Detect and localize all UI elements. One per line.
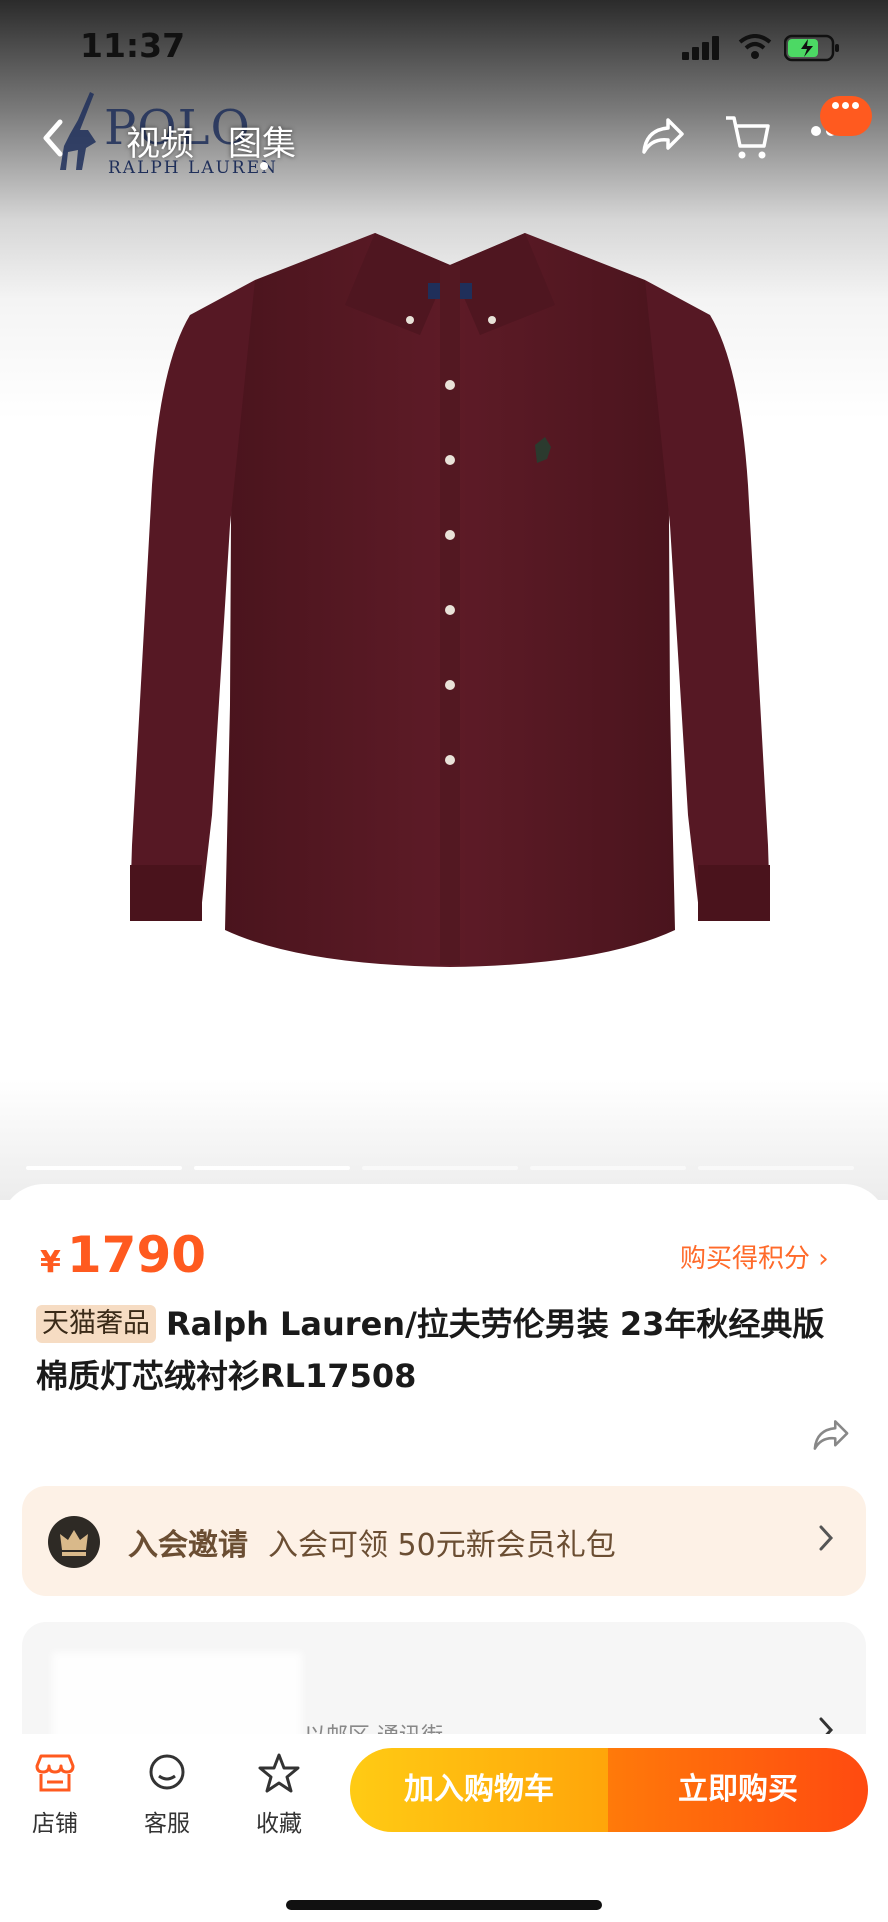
promo-label: 入会邀请 bbox=[128, 1528, 248, 1563]
shop-button[interactable]: 店铺 bbox=[10, 1752, 100, 1838]
tmall-luxury-badge: 天猫奢品 bbox=[36, 1305, 156, 1343]
status-time: 11:37 bbox=[80, 26, 186, 65]
customer-service-button[interactable]: 客服 bbox=[122, 1752, 212, 1838]
membership-invite-banner[interactable]: 入会邀请 入会可领 50元新会员礼包 bbox=[22, 1486, 866, 1596]
price-currency: ¥ bbox=[40, 1245, 61, 1280]
tab-video[interactable]: 视频 bbox=[126, 116, 194, 165]
home-indicator bbox=[286, 1900, 602, 1910]
active-tab-indicator bbox=[260, 162, 268, 170]
gallery-progress-segment bbox=[362, 1166, 518, 1170]
gallery-progress-indicator bbox=[26, 1166, 854, 1170]
crown-icon bbox=[48, 1516, 100, 1568]
service-label: 客服 bbox=[144, 1811, 190, 1837]
wifi-icon bbox=[738, 34, 772, 59]
add-to-cart-button[interactable]: 加入购物车 bbox=[350, 1748, 608, 1832]
points-link[interactable]: 购买得积分 › bbox=[680, 1238, 829, 1275]
bottom-action-bar: 店铺 客服 收藏 加入购物车 立即购买 bbox=[0, 1734, 888, 1922]
promo-description: 入会可领 50元新会员礼包 bbox=[268, 1528, 616, 1563]
cart-icon[interactable] bbox=[724, 114, 772, 162]
share-icon[interactable] bbox=[640, 116, 686, 156]
star-icon bbox=[258, 1753, 300, 1793]
buy-now-button[interactable]: 立即购买 bbox=[608, 1748, 868, 1832]
shop-label: 店铺 bbox=[32, 1811, 78, 1837]
battery-icon bbox=[784, 34, 839, 62]
gallery-progress-segment bbox=[530, 1166, 686, 1170]
gallery-progress-segment bbox=[698, 1166, 854, 1170]
status-bar: 11:37 bbox=[0, 0, 888, 96]
product-gallery[interactable]: 11:37 POLO RALPH LAUREN 视频 图集 bbox=[0, 0, 888, 1200]
favorite-label: 收藏 bbox=[256, 1811, 302, 1837]
gallery-progress-segment bbox=[194, 1166, 350, 1170]
brand-pony-logo bbox=[60, 92, 96, 170]
message-badge[interactable] bbox=[820, 96, 872, 136]
chevron-right-icon bbox=[819, 1525, 834, 1551]
product-price: ¥1790 bbox=[40, 1226, 206, 1284]
gallery-progress-segment bbox=[26, 1166, 182, 1170]
price-value: 1790 bbox=[66, 1226, 207, 1284]
headset-icon bbox=[149, 1754, 185, 1790]
product-image bbox=[130, 233, 770, 967]
back-icon[interactable] bbox=[40, 118, 66, 158]
share-icon[interactable] bbox=[810, 1418, 852, 1452]
signal-icon bbox=[682, 36, 719, 60]
shop-icon bbox=[35, 1754, 75, 1792]
favorite-button[interactable]: 收藏 bbox=[234, 1752, 324, 1838]
product-title: 天猫奢品 Ralph Lauren/拉夫劳伦男装 23年秋经典版棉质灯芯绒衬衫RL… bbox=[36, 1298, 856, 1402]
tab-gallery[interactable]: 图集 bbox=[228, 116, 296, 165]
